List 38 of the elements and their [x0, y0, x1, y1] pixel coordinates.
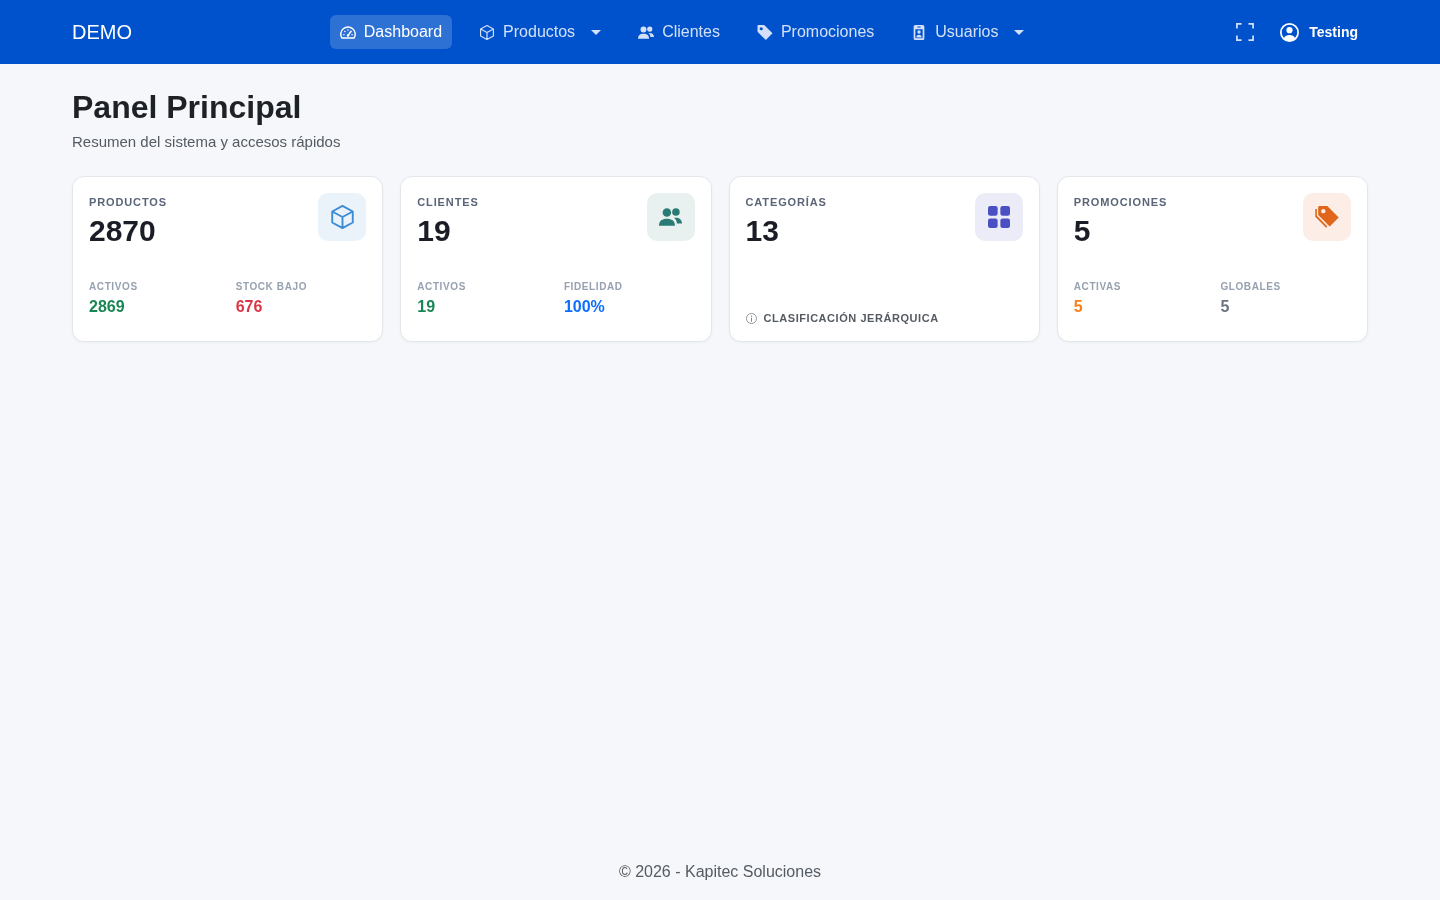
stat-label: ACTIVOS — [89, 280, 138, 294]
stat-value: 676 — [235, 297, 263, 317]
user-circle-icon — [1280, 22, 1300, 42]
tag-icon — [756, 24, 773, 40]
stat-label: GLOBALES — [1220, 280, 1281, 294]
stat-value: 5 — [1220, 297, 1230, 317]
stat-label: ACTIVAS — [1073, 280, 1122, 294]
card-value: 5 — [1073, 213, 1092, 249]
card-title: PRODUCTOS — [89, 195, 167, 209]
stat-value: 100% — [563, 297, 605, 317]
card-title: CATEGORÍAS — [745, 195, 827, 209]
card-value: 2870 — [89, 213, 157, 249]
card-note: CLASIFICACIÓN JERÁRQUICA — [763, 311, 939, 325]
gauge-icon — [339, 24, 356, 40]
card-value: 19 — [417, 213, 452, 249]
stat-value: 19 — [417, 297, 436, 317]
stat-value: 2869 — [89, 297, 125, 317]
page-subtitle: Resumen del sistema y accesos rápidos — [72, 132, 342, 152]
nav-link[interactable]: Clientes — [628, 15, 730, 49]
nav-link[interactable]: Dashboard — [329, 15, 453, 49]
box-icon — [479, 24, 496, 40]
card-value: 13 — [745, 213, 780, 249]
stat-label: STOCK BAJO — [235, 280, 307, 294]
footer-text: © 2026 - Kapitec Soluciones — [618, 862, 822, 882]
nav-link[interactable]: Productos — [469, 15, 612, 49]
brand-link[interactable]: DEMO — [72, 20, 132, 44]
stat-value: 5 — [1073, 297, 1083, 317]
user-menu-button[interactable]: Testing — [1280, 18, 1358, 46]
card-title: PROMOCIONES — [1073, 195, 1168, 209]
nav-link[interactable]: Promociones — [746, 15, 885, 49]
info-icon — [745, 312, 757, 324]
fullscreen-icon — [1236, 23, 1255, 41]
card-title: CLIENTES — [417, 195, 479, 209]
page-title: Panel Principal — [72, 88, 303, 126]
nav-link[interactable]: Usuarios — [901, 15, 1035, 49]
stat-label: FIDELIDAD — [563, 280, 623, 294]
people-icon — [638, 24, 655, 40]
stat-label: ACTIVOS — [417, 280, 466, 294]
